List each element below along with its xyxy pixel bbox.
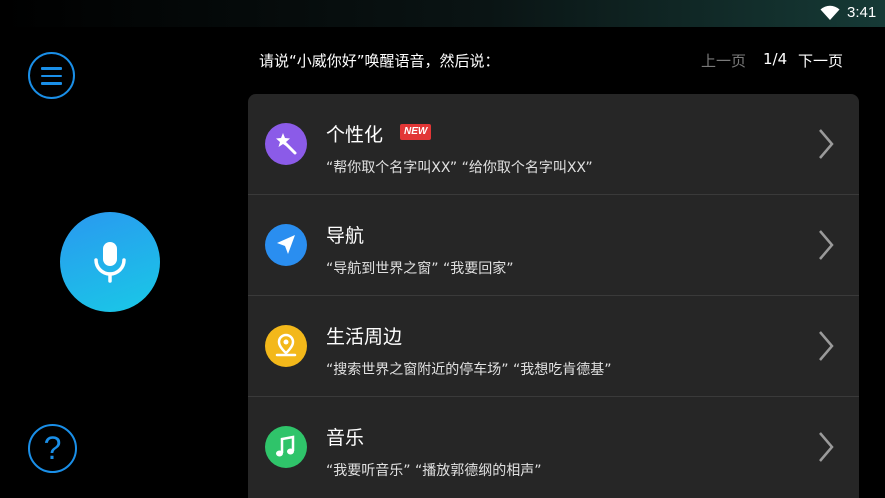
menu-button[interactable]: [28, 52, 75, 99]
list-item-navigation[interactable]: 导航 “导航到世界之窗” “我要回家”: [248, 195, 859, 296]
wake-hint-text: 请说“小威你好”唤醒语音，然后说：: [259, 52, 500, 70]
microphone-button[interactable]: [60, 212, 160, 312]
list-item-subtitle: “我要听音乐” “播放郭德纲的相声”: [326, 463, 542, 479]
command-list: 个性化 NEW “帮你取个名字叫XX” “给你取个名字叫XX” 导航 “导航到世…: [248, 94, 859, 498]
prev-page-button[interactable]: 上一页: [701, 50, 746, 71]
list-item-title: 音乐: [326, 427, 365, 449]
list-item-personalize[interactable]: 个性化 NEW “帮你取个名字叫XX” “给你取个名字叫XX”: [248, 94, 859, 195]
list-item-subtitle: “搜索世界之窗附近的停车场” “我想吃肯德基”: [326, 362, 612, 378]
status-time: 3:41: [847, 4, 877, 21]
status-bar: 3:41: [0, 0, 885, 27]
list-item-title: 生活周边: [326, 326, 403, 348]
list-item-title: 个性化: [326, 124, 384, 146]
wifi-icon: [820, 5, 840, 20]
music-note-icon: [265, 426, 307, 468]
chevron-right-icon: [819, 331, 834, 361]
page-indicator: 1/4: [763, 50, 788, 68]
magic-wand-icon: [265, 123, 307, 165]
list-item-subtitle: “导航到世界之窗” “我要回家”: [326, 261, 514, 277]
new-badge: NEW: [400, 124, 432, 140]
help-button[interactable]: ?: [28, 424, 77, 473]
location-pin-icon: [265, 325, 307, 367]
chevron-right-icon: [819, 432, 834, 462]
navigation-arrow-icon: [265, 224, 307, 266]
list-item-title: 导航: [326, 225, 365, 247]
list-item-nearby[interactable]: 生活周边 “搜索世界之窗附近的停车场” “我想吃肯德基”: [248, 296, 859, 397]
list-item-subtitle: “帮你取个名字叫XX” “给你取个名字叫XX”: [326, 160, 593, 176]
microphone-icon: [94, 242, 126, 283]
next-page-button[interactable]: 下一页: [798, 50, 843, 71]
chevron-right-icon: [819, 230, 834, 260]
voice-assistant-screen: 3:41 ? 请说“小威你好”唤醒语音，然后说： 上一页 1/4 下一页 个性化…: [0, 0, 885, 498]
list-item-music[interactable]: 音乐 “我要听音乐” “播放郭德纲的相声”: [248, 397, 859, 498]
chevron-right-icon: [819, 129, 834, 159]
